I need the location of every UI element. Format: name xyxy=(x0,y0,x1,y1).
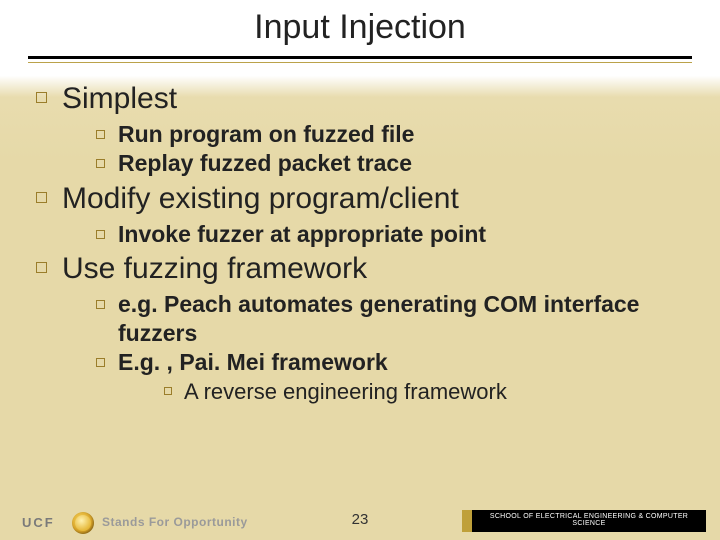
bullet-l2: e.g. Peach automates generating COM inte… xyxy=(88,290,692,348)
title-rule-thin xyxy=(28,62,692,63)
dept-accent xyxy=(462,510,472,532)
bullet-l2: Run program on fuzzed file xyxy=(88,120,692,149)
bullet-l2: E.g. , Pai. Mei framework xyxy=(88,348,692,377)
slide: Input Injection Simplest Run program on … xyxy=(0,0,720,540)
bullet-l2: Invoke fuzzer at appropriate point xyxy=(88,220,692,249)
bullet-l1: Simplest xyxy=(28,80,692,118)
dept-text: SCHOOL OF ELECTRICAL ENGINEERING & COMPU… xyxy=(478,513,700,527)
slide-footer: UCF Stands For Opportunity 23 SCHOOL OF … xyxy=(0,500,720,540)
slide-content: Simplest Run program on fuzzed file Repl… xyxy=(28,78,692,407)
bullet-l2: Replay fuzzed packet trace xyxy=(88,149,692,178)
bullet-l3: A reverse engineering framework xyxy=(158,378,692,406)
title-rule-thick xyxy=(28,56,692,59)
bullet-l1: Use fuzzing framework xyxy=(28,250,692,288)
slide-title: Input Injection xyxy=(0,8,720,47)
bullet-l1: Modify existing program/client xyxy=(28,180,692,218)
